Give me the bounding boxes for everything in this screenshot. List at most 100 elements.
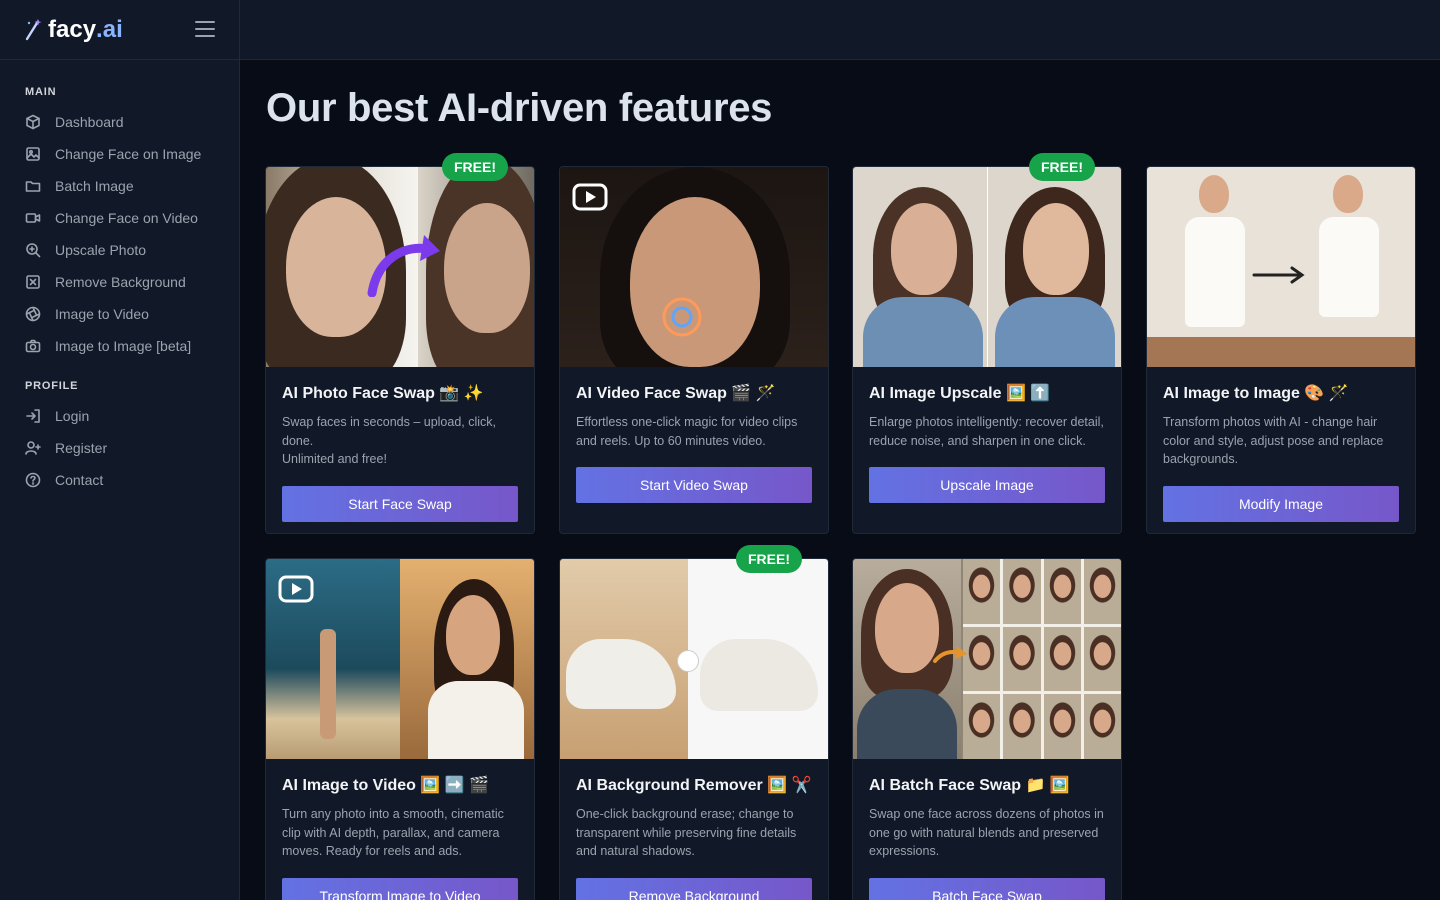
sidebar-item-label: Image to Image [beta]: [55, 338, 192, 354]
batch-photo-thumb: [1083, 626, 1121, 692]
card-title: AI Background Remover 🖼️ ✂️: [576, 777, 812, 794]
modify-image-button[interactable]: Modify Image: [1163, 485, 1399, 522]
sidebar-item-batch-image[interactable]: Batch Image: [0, 170, 239, 202]
feature-card-photo-face-swap: FREE! AI Photo Face Swap 📸 ✨ Swap faces …: [265, 153, 535, 534]
menu-toggle-icon[interactable]: [195, 21, 215, 37]
feature-card-image-to-video: AI Image to Video 🖼️ ➡️ 🎬 Turn any photo…: [265, 558, 535, 900]
image-icon: [25, 146, 41, 162]
free-badge: FREE!: [1029, 153, 1095, 181]
swirl-effect: [662, 297, 702, 337]
camera-icon: [25, 338, 41, 354]
aperture-icon: [25, 306, 41, 322]
card-thumbnail[interactable]: [266, 167, 534, 367]
brand-tld: .ai: [96, 15, 123, 43]
batch-face-swap-button[interactable]: Batch Face Swap: [869, 877, 1105, 900]
arrow-icon: [367, 235, 440, 297]
card-description: Transform photos with AI - change hair c…: [1163, 415, 1384, 466]
card-thumbnail[interactable]: [853, 559, 1121, 759]
top-bar: [240, 0, 1440, 60]
magic-wand-icon: [25, 18, 42, 40]
free-badge: FREE!: [442, 153, 508, 181]
remove-box-icon: [25, 274, 41, 290]
start-face-swap-button[interactable]: Start Face Swap: [282, 485, 518, 522]
sidebar-item-label: Contact: [55, 472, 104, 488]
card-thumbnail[interactable]: [1147, 167, 1415, 367]
feature-card-batch-face-swap: AI Batch Face Swap 📁 🖼️ Swap one face ac…: [852, 558, 1122, 900]
sidebar-item-label: Remove Background: [55, 274, 186, 290]
feature-card-image-upscale: FREE! AI Image Upscale 🖼️ ⬆️ Enlarge pho…: [852, 153, 1122, 534]
main-nav: Dashboard Change Face on Image Batch Image…: [0, 106, 239, 362]
feature-card-video-face-swap: AI Video Face Swap 🎬 🪄 Effortless one-cl…: [559, 166, 829, 534]
sidebar-item-label: Batch Image: [55, 178, 134, 194]
sidebar-item-login[interactable]: Login: [0, 400, 239, 432]
sidebar-item-label: Login: [55, 408, 90, 424]
sidebar-item-remove-background[interactable]: Remove Background: [0, 266, 239, 298]
section-label-profile: PROFILE: [25, 380, 79, 392]
batch-photo-grid: [963, 559, 1121, 759]
card-thumbnail[interactable]: [560, 559, 828, 759]
sidebar-item-label: Dashboard: [55, 114, 124, 130]
arrow-icon: [933, 646, 967, 663]
card-thumbnail[interactable]: [266, 559, 534, 759]
card-description: One-click background erase; change to tr…: [576, 807, 797, 858]
sidebar-item-register[interactable]: Register: [0, 432, 239, 464]
card-title: AI Image to Image 🎨 🪄: [1163, 385, 1349, 402]
card-title: AI Photo Face Swap 📸 ✨: [282, 385, 484, 402]
start-video-swap-button[interactable]: Start Video Swap: [576, 467, 812, 503]
sidebar: facy .ai MAIN Dashboard Change Face on Ima…: [0, 0, 240, 900]
card-description: Swap faces in seconds – upload, click, d…: [282, 415, 497, 466]
sidebar-item-label: Upscale Photo: [55, 242, 147, 258]
upscale-image-button[interactable]: Upscale Image: [869, 467, 1105, 503]
cube-icon: [25, 114, 41, 130]
sidebar-item-image-to-video[interactable]: Image to Video: [0, 298, 239, 330]
page-title: Our best AI-driven features: [266, 86, 773, 130]
brand-name: facy: [48, 15, 97, 43]
arrow-icon: [1252, 266, 1305, 284]
batch-photo-thumb: [1003, 694, 1041, 759]
user-plus-icon: [25, 440, 41, 456]
batch-photo-thumb: [1043, 559, 1081, 624]
batch-photo-thumb: [1043, 626, 1081, 692]
transform-image-to-video-button[interactable]: Transform Image to Video: [282, 877, 518, 900]
batch-photo-thumb: [1083, 694, 1121, 759]
card-thumbnail[interactable]: [853, 167, 1121, 367]
sidebar-item-contact[interactable]: Contact: [0, 464, 239, 496]
sidebar-item-change-face-on-video[interactable]: Change Face on Video: [0, 202, 239, 234]
card-title: AI Image Upscale 🖼️ ⬆️: [869, 385, 1051, 402]
card-title: AI Video Face Swap 🎬 🪄: [576, 385, 776, 402]
feature-card-image-to-image: AI Image to Image 🎨 🪄 Transform photos w…: [1146, 166, 1416, 534]
card-description: Effortless one-click magic for video cli…: [576, 415, 798, 448]
profile-nav: Login Register Contact: [0, 400, 239, 496]
section-label-main: MAIN: [25, 86, 57, 98]
remove-background-button[interactable]: Remove Background: [576, 877, 812, 900]
card-description: Enlarge photos intelligently: recover de…: [869, 415, 1104, 448]
batch-photo-thumb: [1003, 626, 1041, 692]
zoom-in-icon: [25, 242, 41, 258]
free-badge: FREE!: [736, 545, 802, 573]
card-thumbnail[interactable]: [560, 167, 828, 367]
main-content: Our best AI-driven features FREE! AI Pho…: [240, 60, 1440, 900]
sidebar-item-upscale-photo[interactable]: Upscale Photo: [0, 234, 239, 266]
video-play-icon: [572, 183, 608, 211]
sidebar-item-image-to-image-beta[interactable]: Image to Image [beta]: [0, 330, 239, 362]
batch-photo-thumb: [963, 694, 1001, 759]
feature-card-background-remover: FREE! AI Background Remover 🖼️ ✂️ One-cl…: [559, 545, 829, 900]
batch-photo-thumb: [1083, 559, 1121, 624]
card-description: Turn any photo into a smooth, cinematic …: [282, 807, 504, 858]
video-play-icon: [278, 575, 314, 603]
card-description: Swap one face across dozens of photos in…: [869, 807, 1104, 858]
brand-bar: facy .ai: [0, 0, 239, 60]
sidebar-item-label: Register: [55, 440, 108, 456]
sidebar-item-change-face-on-image[interactable]: Change Face on Image: [0, 138, 239, 170]
card-title: AI Batch Face Swap 📁 🖼️: [869, 777, 1070, 794]
sidebar-item-label: Change Face on Image: [55, 146, 202, 162]
batch-photo-thumb: [1043, 694, 1081, 759]
batch-photo-thumb: [1003, 559, 1041, 624]
login-icon: [25, 408, 41, 424]
sidebar-item-dashboard[interactable]: Dashboard: [0, 106, 239, 138]
sidebar-item-label: Image to Video: [55, 306, 149, 322]
help-circle-icon: [25, 472, 41, 488]
slider-handle[interactable]: [677, 650, 699, 672]
card-title: AI Image to Video 🖼️ ➡️ 🎬: [282, 777, 490, 794]
brand-logo[interactable]: facy .ai: [24, 16, 123, 44]
